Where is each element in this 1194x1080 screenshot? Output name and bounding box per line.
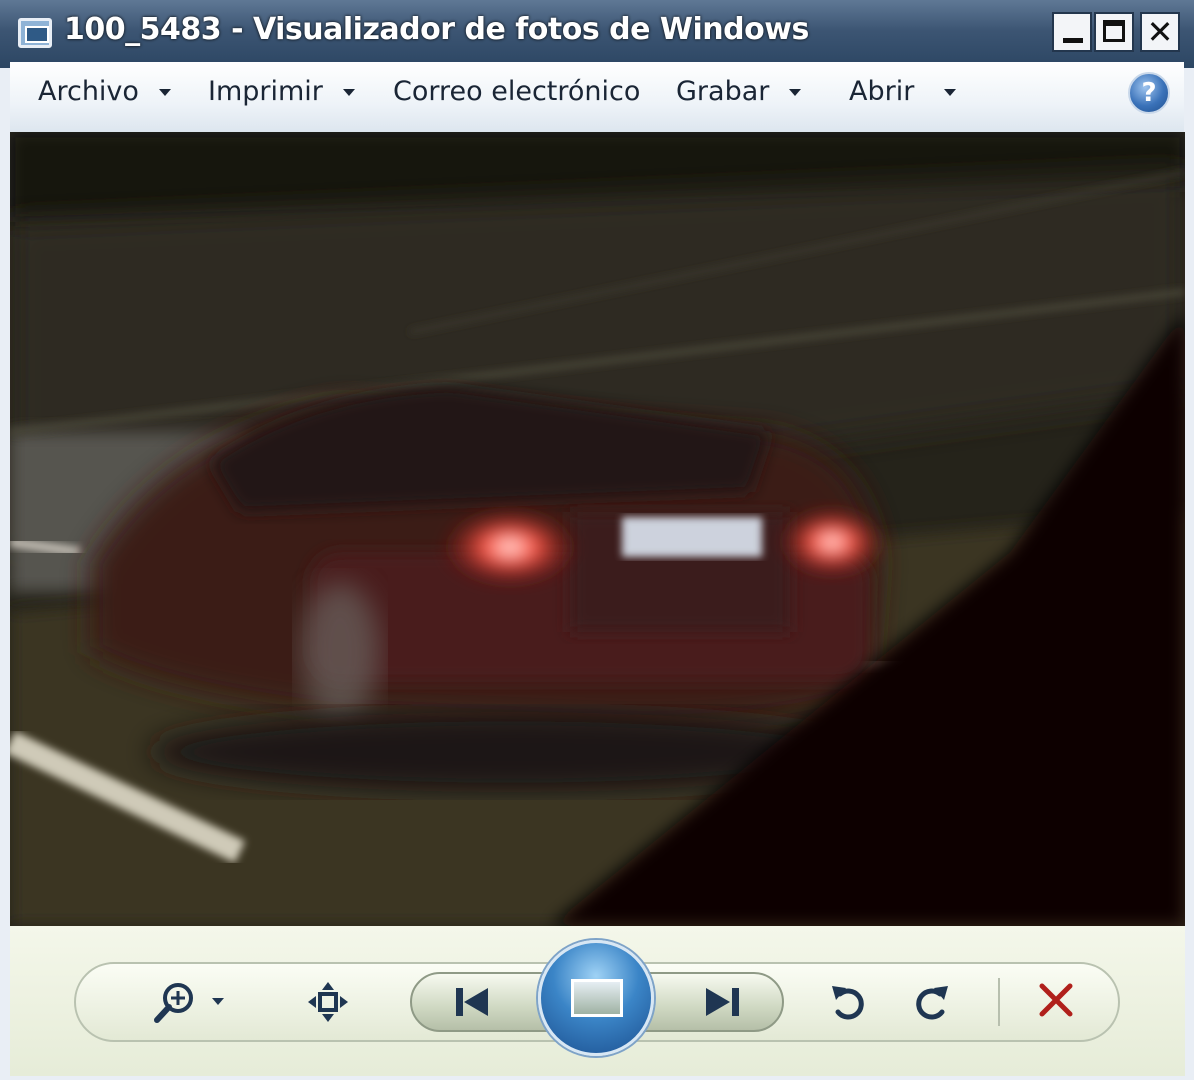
menu-abrir-label: Abrir: [849, 76, 915, 107]
photo-image: [10, 132, 1185, 926]
menu-grabar-label: Grabar: [676, 76, 770, 107]
close-icon: ✕: [1146, 13, 1174, 51]
rotate-counterclockwise-icon[interactable]: [828, 982, 868, 1022]
fit-to-window-icon[interactable]: [306, 980, 350, 1024]
slideshow-icon: [571, 979, 623, 1017]
app-icon: [18, 18, 52, 48]
chevron-down-icon: [944, 89, 957, 96]
help-icon[interactable]: ?: [1128, 72, 1170, 114]
menu-abrir[interactable]: Abrir: [849, 76, 957, 107]
window-title: 100_5483 - Visualizador de fotos de Wind…: [64, 12, 809, 47]
menu-correo-label: Correo electrónico: [393, 76, 641, 107]
menu-imprimir-label: Imprimir: [208, 76, 323, 107]
help-glyph: ?: [1141, 78, 1157, 108]
chevron-down-icon: [158, 89, 171, 96]
rotate-clockwise-icon[interactable]: [912, 982, 952, 1022]
close-button[interactable]: ✕: [1140, 12, 1180, 52]
slideshow-button[interactable]: [538, 940, 654, 1056]
control-bar: [10, 926, 1185, 1076]
menu-archivo-label: Archivo: [38, 76, 139, 107]
zoom-icon[interactable]: [152, 980, 198, 1026]
menu-imprimir[interactable]: Imprimir: [208, 76, 355, 107]
maximize-button[interactable]: [1094, 12, 1134, 52]
photo-display[interactable]: [10, 132, 1185, 926]
chevron-down-icon: [342, 89, 355, 96]
menu-correo-electronico[interactable]: Correo electrónico: [393, 76, 640, 107]
title-bar[interactable]: 100_5483 - Visualizador de fotos de Wind…: [0, 0, 1194, 68]
menu-grabar[interactable]: Grabar: [676, 76, 802, 107]
next-icon[interactable]: [698, 984, 746, 1020]
zoom-chevron-down-icon[interactable]: [212, 998, 224, 1005]
previous-icon[interactable]: [452, 984, 500, 1020]
menu-bar: Archivo Imprimir Correo electrónico Grab…: [10, 62, 1184, 132]
delete-icon[interactable]: [1034, 978, 1078, 1022]
chevron-down-icon: [789, 89, 802, 96]
control-divider: [998, 978, 1000, 1026]
photo-viewer-window: 100_5483 - Visualizador de fotos de Wind…: [0, 0, 1194, 1080]
menu-archivo[interactable]: Archivo: [38, 76, 171, 107]
minimize-button[interactable]: [1052, 12, 1092, 52]
